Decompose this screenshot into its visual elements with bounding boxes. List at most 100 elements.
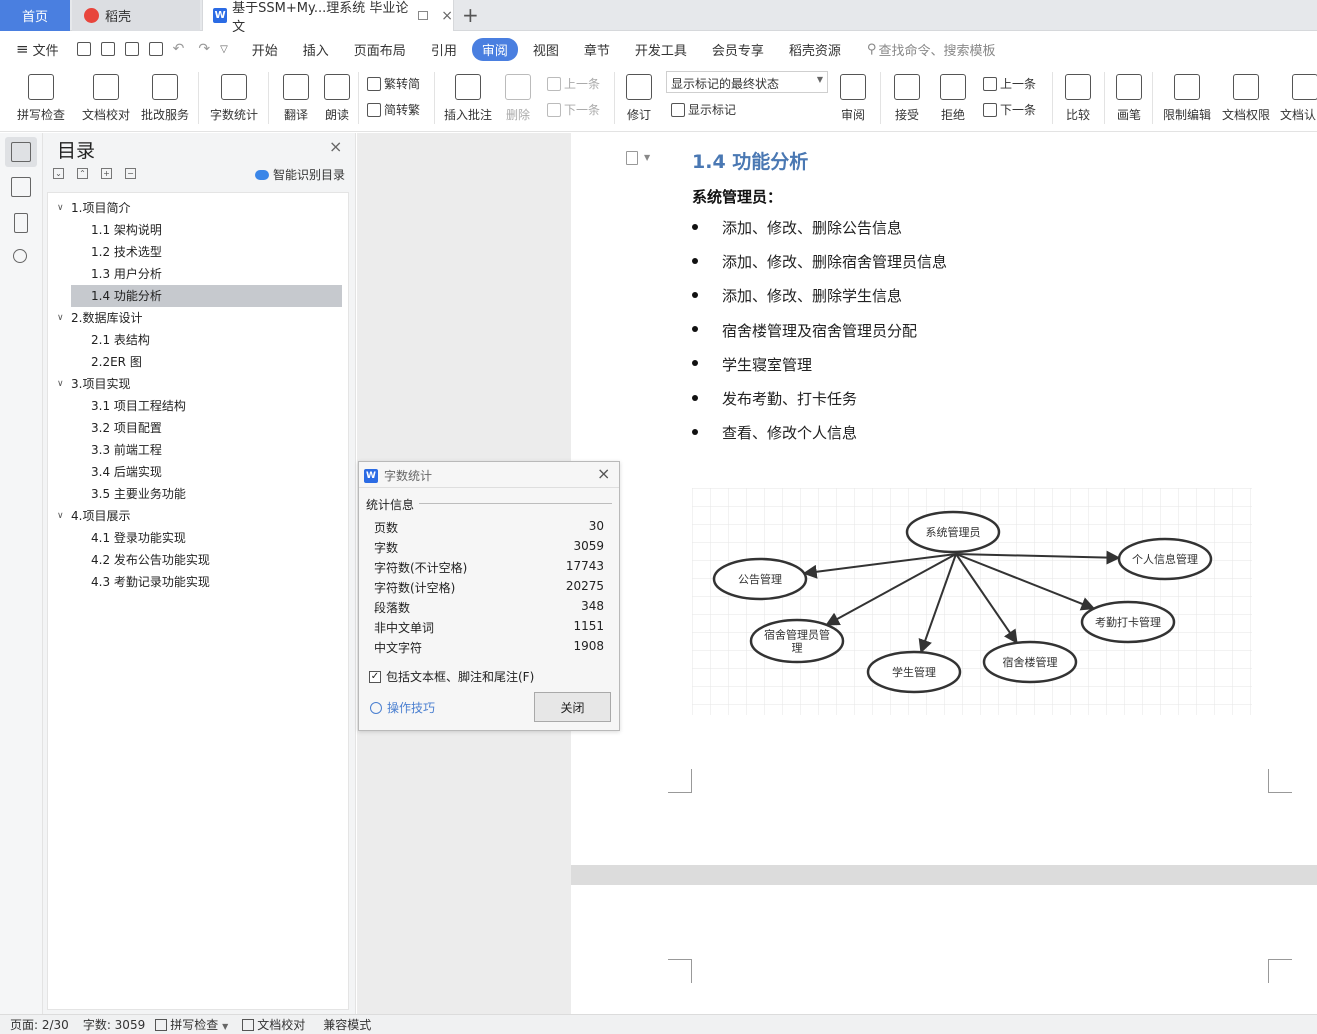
tab-document[interactable]: W 基于SSM+My...理系统 毕业论文 × [202, 0, 454, 35]
bookmark-icon[interactable] [14, 213, 28, 233]
status-page[interactable]: 页面: 2/30 [10, 1016, 69, 1033]
checkbox-checked-icon[interactable]: ✓ [369, 670, 381, 683]
toc-item[interactable]: 3.4 后端实现 [91, 461, 342, 483]
pen-button[interactable]: 画笔 [1114, 66, 1144, 123]
next-comment-button[interactable]: 下一条 [547, 101, 600, 118]
chevron-down-icon[interactable]: ∨ [57, 505, 64, 527]
toc-item[interactable]: 1.4 功能分析 [71, 285, 342, 307]
chevron-down-icon[interactable]: ∨ [57, 197, 64, 219]
print-icon[interactable] [124, 42, 139, 56]
diagram-node: 公告管理 [712, 557, 808, 601]
translate-button[interactable]: 翻译 [278, 66, 314, 123]
menu-chapter[interactable]: 章节 [584, 40, 610, 59]
toc-item[interactable]: 3.1 项目工程结构 [91, 395, 342, 417]
tab-home[interactable]: 首页 [0, 0, 70, 31]
prev-comment-button[interactable]: 上一条 [547, 75, 600, 92]
toc-nav-icon[interactable] [11, 142, 31, 162]
trad-to-simp-button[interactable]: 繁转简 [367, 75, 420, 92]
prev-change-button[interactable]: 上一条 [983, 75, 1036, 92]
track-changes-button[interactable]: 修订 [622, 66, 656, 123]
tab-window-icon[interactable] [417, 11, 429, 20]
remove-heading-icon[interactable]: − [125, 168, 136, 179]
toc-item[interactable]: ∨ 4.项目展示 [57, 505, 342, 527]
tab-close-icon[interactable]: × [441, 8, 453, 24]
toc-item[interactable]: 4.2 发布公告功能实现 [91, 549, 342, 571]
menu-daoke-resources[interactable]: 稻壳资源 [789, 40, 841, 59]
doc-proof-button[interactable]: 文档校对 [80, 66, 132, 123]
menu-reference[interactable]: 引用 [431, 40, 457, 59]
review-pane-button[interactable]: 审阅 [836, 66, 870, 123]
add-heading-icon[interactable]: + [101, 168, 112, 179]
expand-up-icon[interactable]: ⌃ [77, 168, 88, 179]
tips-link[interactable]: 操作技巧 [370, 699, 435, 716]
menu-review[interactable]: 审阅 [471, 37, 518, 61]
chevron-down-icon[interactable]: ∨ [57, 307, 64, 329]
menu-view[interactable]: 视图 [533, 40, 559, 59]
hamburger-icon[interactable]: ≡ [16, 40, 29, 58]
smart-toc-button[interactable]: 智能识别目录 [255, 166, 345, 183]
delete-comment-button[interactable]: 删除 [502, 66, 534, 123]
toc-item[interactable]: ∨ 2.数据库设计 [57, 307, 342, 329]
menu-member[interactable]: 会员专享 [712, 40, 764, 59]
tab-daoke[interactable]: 稻壳 [72, 0, 200, 31]
save-icon[interactable] [76, 42, 91, 56]
read-aloud-button[interactable]: 朗读 [322, 66, 352, 123]
stats-row: 中文字符 1908 [374, 639, 604, 659]
insert-comment-button[interactable]: 插入批注 [442, 66, 494, 123]
menu-start[interactable]: 开始 [252, 40, 278, 59]
chapter-nav-icon[interactable] [11, 177, 31, 197]
close-button[interactable]: 关闭 [534, 692, 611, 722]
undo-icon[interactable]: ↶ [173, 41, 185, 57]
include-footnotes-checkbox[interactable]: ✓ 包括文本框、脚注和尾注(F) [369, 668, 534, 685]
chevron-down-icon[interactable]: ∨ [57, 373, 64, 395]
revise-service-label: 批改服务 [140, 108, 189, 122]
spell-check-button[interactable]: 拼写检查 [12, 66, 70, 123]
restrict-edit-label: 限制编辑 [1162, 108, 1211, 122]
menu-insert[interactable]: 插入 [303, 40, 329, 59]
toc-item[interactable]: 2.2ER 图 [91, 351, 342, 373]
compare-button[interactable]: 比较 [1060, 66, 1096, 123]
status-spell-check[interactable]: 拼写检查 ▼ [155, 1016, 228, 1033]
redo-icon[interactable]: ↷ [198, 41, 210, 57]
tips-label: 操作技巧 [387, 701, 436, 715]
toc-item[interactable]: 3.3 前端工程 [91, 439, 342, 461]
chevron-down-icon[interactable]: ▼ [644, 153, 650, 162]
status-doc-proof[interactable]: 文档校对 [242, 1016, 305, 1033]
menu-file[interactable]: 文件 [33, 40, 59, 59]
menu-page-layout[interactable]: 页面布局 [354, 40, 406, 59]
collapse-all-icon[interactable]: ⌄ [53, 168, 64, 179]
toc-item[interactable]: 3.5 主要业务功能 [91, 483, 342, 505]
toc-item[interactable]: ∨ 1.项目简介 [57, 197, 342, 219]
restrict-edit-button[interactable]: 限制编辑 [1162, 66, 1212, 123]
toc-item[interactable]: 4.1 登录功能实现 [91, 527, 342, 549]
quick-access-dropdown-icon[interactable]: ▽ [220, 44, 228, 55]
status-word-count[interactable]: 字数: 3059 [83, 1016, 145, 1033]
toc-item[interactable]: 1.1 架构说明 [91, 219, 342, 241]
reject-button[interactable]: 拒绝 [936, 66, 970, 123]
toc-item[interactable]: 2.1 表结构 [91, 329, 342, 351]
print-preview-icon[interactable] [148, 42, 163, 56]
page-icon[interactable] [626, 151, 638, 165]
simp-to-trad-button[interactable]: 简转繁 [367, 101, 420, 118]
close-icon[interactable]: × [329, 137, 342, 156]
toc-item[interactable]: 1.3 用户分析 [91, 263, 342, 285]
toc-item[interactable]: 4.3 考勤记录功能实现 [91, 571, 342, 593]
doc-cert-button[interactable]: 文档认 [1280, 66, 1317, 123]
close-icon[interactable]: × [597, 464, 610, 483]
menu-dev-tools[interactable]: 开发工具 [635, 40, 687, 59]
doc-permission-button[interactable]: 文档权限 [1221, 66, 1271, 123]
toc-item[interactable]: ∨ 3.项目实现 [57, 373, 342, 395]
command-search[interactable]: 查找命令、搜索模板 [878, 40, 995, 59]
display-mode-select[interactable]: 显示标记的最终状态 ▼ [666, 71, 828, 93]
export-icon[interactable] [100, 42, 115, 56]
show-markup-label: 显示标记 [688, 103, 737, 117]
revise-service-button[interactable]: 批改服务 [140, 66, 190, 123]
next-change-button[interactable]: 下一条 [983, 101, 1036, 118]
toc-item[interactable]: 1.2 技术选型 [91, 241, 342, 263]
show-markup-button[interactable]: 显示标记 [671, 101, 736, 118]
accept-button[interactable]: 接受 [890, 66, 924, 123]
find-icon[interactable] [13, 249, 27, 263]
word-count-button[interactable]: 字数统计 [208, 66, 260, 123]
new-tab-button[interactable]: + [462, 3, 479, 27]
toc-item[interactable]: 3.2 项目配置 [91, 417, 342, 439]
